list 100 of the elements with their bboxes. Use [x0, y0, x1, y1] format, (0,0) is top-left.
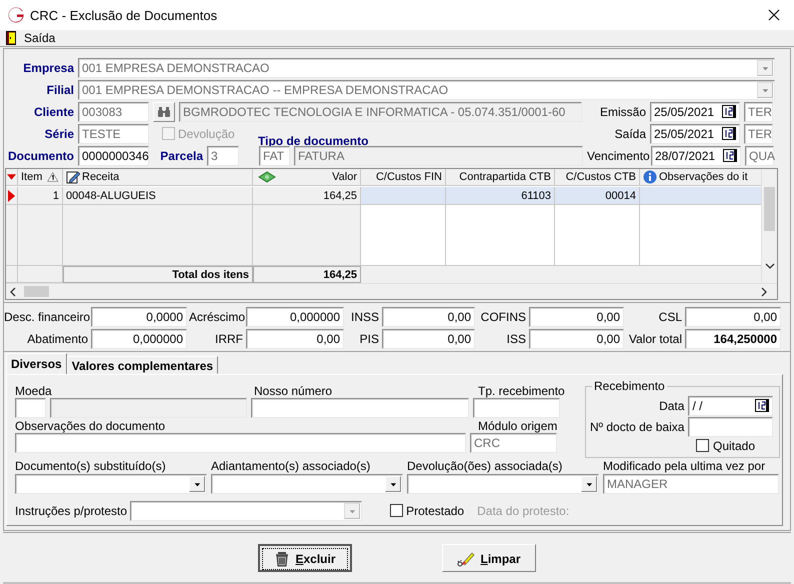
action-button[interactable]: Excluir [258, 544, 352, 572]
column-header[interactable]: C/Custos FIN [361, 169, 446, 186]
action-button[interactable]: Limpar [442, 544, 536, 572]
amount-field[interactable]: 0,00 [529, 329, 624, 349]
date-field[interactable]: 28/07/2021 [651, 146, 741, 166]
amount-field[interactable]: 0,000000 [246, 307, 344, 327]
field-label: Série [44, 126, 74, 140]
installment-field[interactable]: 3 [207, 146, 239, 166]
scroll-down-icon[interactable] [765, 263, 775, 269]
total-label: Total dos itens [63, 266, 253, 283]
calendar-icon[interactable] [722, 104, 736, 118]
field-label: Vencimento [587, 148, 647, 162]
branch-dropdown[interactable]: 001 EMPRESA DEMONSTRACAO -- EMPRESA DEMONSTRACAO [78, 80, 775, 100]
checkbox-label: Protestado [406, 504, 464, 518]
table-cell [6, 266, 18, 283]
calendar-icon[interactable] [723, 148, 737, 162]
amount-field[interactable]: 164,250000 [685, 329, 781, 349]
close-icon[interactable] [768, 9, 780, 21]
window-title: CRC - Exclusão de Documentos [30, 8, 218, 22]
doc-type-name-field: FATURA [294, 146, 583, 166]
menu-item[interactable]: Saída [6, 31, 56, 45]
series-field[interactable]: TESTE [78, 124, 149, 144]
table-cell [6, 205, 18, 266]
origin-module-field: CRC [470, 433, 557, 453]
field-label: Documento [7, 148, 74, 162]
amount-field[interactable]: 0,000000 [91, 329, 187, 349]
weekday-field: TER [744, 124, 773, 144]
field-label: Desc. financeiro [4, 310, 89, 324]
client-code-field[interactable]: 003083 [78, 102, 149, 122]
field-label: Abatimento [26, 332, 89, 346]
scroll-thumb[interactable] [24, 286, 49, 297]
amount-field[interactable]: 0,00 [246, 329, 344, 349]
write-off-number-field[interactable] [688, 416, 774, 436]
field-label: Empresa [22, 60, 74, 74]
dropdown[interactable] [211, 474, 403, 494]
calendar-icon[interactable] [755, 398, 770, 412]
protested-checkbox[interactable] [390, 504, 404, 517]
amount-field[interactable]: 0,00 [685, 307, 781, 327]
dropdown[interactable] [407, 474, 599, 494]
document-number-field[interactable]: 0000000346 [78, 146, 149, 166]
total-value: 164,25 [253, 266, 361, 283]
scroll-thumb[interactable] [764, 187, 775, 231]
amount-field[interactable]: 0,0000 [91, 307, 187, 327]
field-label: Data do protesto: [477, 504, 570, 518]
column-header[interactable]: Item [18, 169, 63, 186]
group-title: Recebimento [592, 379, 667, 393]
currency-code-field[interactable] [15, 398, 46, 418]
table-cell: 00048-ALUGUEIS [63, 187, 253, 205]
eraser-icon [457, 550, 476, 566]
field-label: Cliente [32, 104, 74, 118]
scroll-right-icon[interactable] [761, 286, 767, 296]
tab[interactable]: Diversos [6, 353, 67, 374]
our-number-field[interactable] [251, 398, 469, 418]
field-label: Instruções p/protesto [15, 504, 128, 518]
table-cell [18, 205, 63, 266]
calendar-icon[interactable] [722, 126, 736, 140]
amount-field[interactable]: 0,00 [529, 307, 624, 327]
modified-by-field: MANAGER [603, 474, 779, 494]
horizontal-scrollbar[interactable] [6, 283, 777, 299]
checkbox-label: Quitado [713, 438, 756, 452]
company-dropdown[interactable]: 001 EMPRESA DEMONSTRACAO [78, 58, 775, 78]
amount-field[interactable]: 0,00 [382, 307, 475, 327]
vertical-scrollbar[interactable] [761, 169, 777, 283]
table-row[interactable]: 1 00048-ALUGUEIS 164,25 61103 00014 [6, 187, 761, 205]
field-label: ISS [506, 332, 527, 346]
current-row-icon [8, 190, 15, 202]
sort-icon [47, 170, 59, 184]
table-cell [18, 266, 63, 283]
field-label: IRRF [214, 332, 244, 346]
field-label: Nosso número [254, 384, 334, 398]
binoculars-icon [157, 106, 171, 118]
field-label: Módulo origem [478, 419, 558, 433]
table-cell: 1 [18, 187, 63, 205]
dropdown[interactable] [15, 474, 207, 494]
date-field[interactable]: 25/05/2021 [650, 102, 740, 122]
notes-field[interactable] [15, 433, 466, 453]
field-label: Parcela [159, 148, 203, 162]
column-header[interactable]: Valor [253, 169, 361, 186]
field-label: INSS [350, 310, 380, 324]
column-header[interactable]: C/Custos CTB [555, 169, 640, 186]
menu-triangle-icon[interactable] [7, 174, 16, 180]
column-header[interactable]: Receita [63, 169, 253, 186]
receipt-type-field[interactable] [473, 398, 560, 418]
date-field[interactable]: / / [688, 396, 774, 416]
client-name-field: BGMRODOTEC TECNOLOGIA E INFORMATICA - 05.074.351/0001-60 [179, 102, 582, 122]
weekday-field: QUA [745, 146, 774, 166]
paid-checkbox[interactable] [696, 439, 709, 452]
field-label: Documento(s) substituído(s) [15, 459, 167, 473]
tab[interactable]: Valores complementares [66, 356, 218, 374]
trash-icon [274, 550, 290, 566]
table-cell: 00014 [555, 187, 640, 205]
column-header[interactable]: Observações do it [640, 169, 761, 186]
field-label: Tp. recebimento [478, 384, 565, 398]
weekday-field: TER [744, 102, 773, 122]
date-field[interactable]: 25/05/2021 [650, 124, 740, 144]
amount-field[interactable]: 0,00 [382, 329, 475, 349]
doc-type-code-field[interactable]: FAT [259, 146, 290, 166]
scroll-left-icon[interactable] [10, 286, 16, 296]
column-header[interactable]: Contrapartida CTB [446, 169, 555, 186]
binoculars-button[interactable] [153, 102, 175, 122]
